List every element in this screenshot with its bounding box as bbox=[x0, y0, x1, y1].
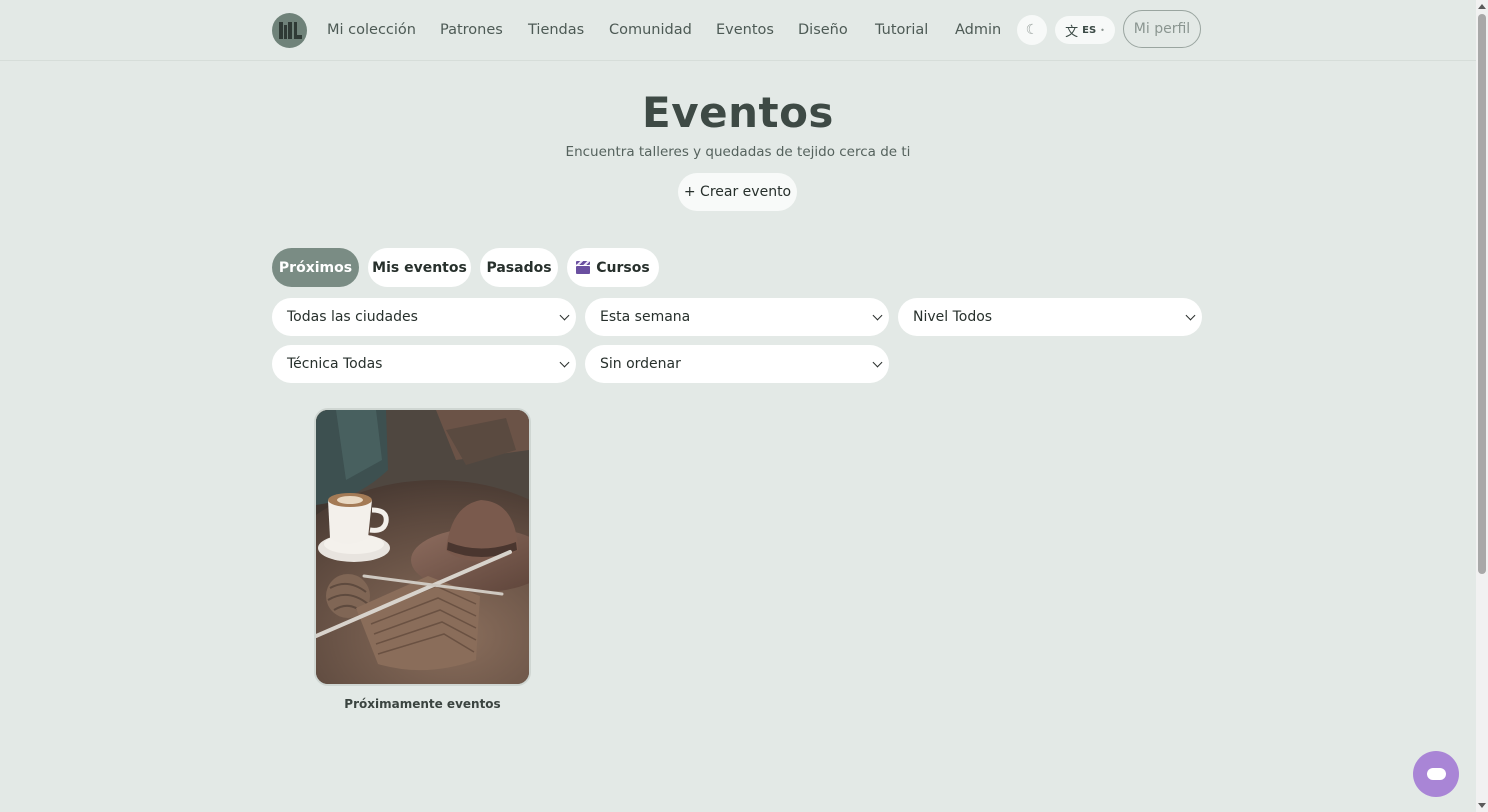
sort-select-value: Sin ordenar bbox=[600, 356, 681, 372]
theme-toggle-button[interactable]: ☾ bbox=[1017, 15, 1047, 45]
nav-eventos[interactable]: Eventos bbox=[716, 22, 774, 38]
nav-tutorial[interactable]: Tutorial bbox=[875, 22, 928, 38]
tab-pasados[interactable]: Pasados bbox=[480, 248, 558, 287]
profile-button[interactable]: Mi perfil bbox=[1123, 10, 1201, 48]
page-subtitle: Encuentra talleres y quedadas de tejido … bbox=[565, 144, 911, 160]
language-code: ES bbox=[1082, 24, 1097, 36]
chevron-down-icon bbox=[559, 310, 570, 321]
tab-mis-eventos[interactable]: Mis eventos bbox=[368, 248, 471, 287]
chevron-down-icon bbox=[872, 310, 883, 321]
nav-patrones[interactable]: Patrones bbox=[440, 22, 503, 38]
tab-label: Mis eventos bbox=[372, 259, 467, 276]
language-selector[interactable]: 文 ES • bbox=[1055, 16, 1115, 44]
city-select[interactable]: Todas las ciudades bbox=[272, 298, 576, 336]
date-select-value: Esta semana bbox=[600, 309, 691, 325]
sort-select[interactable]: Sin ordenar bbox=[585, 345, 889, 383]
tab-label: Pasados bbox=[486, 259, 552, 276]
nav-diseno[interactable]: Diseño bbox=[798, 22, 848, 38]
technique-select-value: Técnica Todas bbox=[287, 356, 383, 372]
scroll-down-icon[interactable] bbox=[1478, 803, 1486, 808]
chevron-down-icon bbox=[559, 357, 570, 368]
level-select[interactable]: Nivel Todos bbox=[898, 298, 1202, 336]
tab-label: Próximos bbox=[278, 259, 353, 276]
nav-admin[interactable]: Admin bbox=[955, 22, 1001, 38]
tab-proximos[interactable]: Próximos bbox=[272, 248, 359, 287]
scrollbar[interactable] bbox=[1476, 0, 1488, 812]
technique-select[interactable]: Técnica Todas bbox=[272, 345, 576, 383]
chevron-down-icon: • bbox=[1100, 25, 1105, 35]
tab-label: Cursos bbox=[596, 259, 650, 276]
nav-mi-coleccion[interactable]: Mi colección bbox=[327, 22, 416, 38]
create-event-button[interactable]: + Crear evento bbox=[678, 173, 797, 211]
tab-cursos[interactable]: Cursos bbox=[567, 248, 659, 287]
chat-button[interactable] bbox=[1413, 751, 1459, 797]
date-select[interactable]: Esta semana bbox=[585, 298, 889, 336]
top-navbar: Mi colección Patrones Tiendas Comunidad … bbox=[0, 0, 1476, 61]
page: Mi colección Patrones Tiendas Comunidad … bbox=[0, 0, 1476, 812]
city-select-value: Todas las ciudades bbox=[287, 309, 418, 325]
level-select-value: Nivel Todos bbox=[913, 309, 993, 325]
scrollbar-thumb[interactable] bbox=[1478, 14, 1486, 574]
clapperboard-icon bbox=[576, 261, 591, 274]
chat-bubble-icon bbox=[1427, 768, 1446, 780]
nav-comunidad[interactable]: Comunidad bbox=[609, 22, 692, 38]
logo[interactable] bbox=[272, 13, 307, 48]
chevron-down-icon bbox=[872, 357, 883, 368]
page-title: Eventos bbox=[642, 88, 834, 137]
moon-icon: ☾ bbox=[1025, 22, 1039, 38]
translate-icon: 文 bbox=[1065, 24, 1079, 40]
event-card-caption: Próximamente eventos bbox=[344, 697, 501, 711]
event-card-image[interactable] bbox=[314, 408, 531, 686]
scroll-up-icon[interactable] bbox=[1478, 4, 1486, 9]
chevron-down-icon bbox=[1185, 310, 1196, 321]
knitting-coffee-photo bbox=[316, 410, 529, 684]
nav-tiendas[interactable]: Tiendas bbox=[528, 22, 584, 38]
